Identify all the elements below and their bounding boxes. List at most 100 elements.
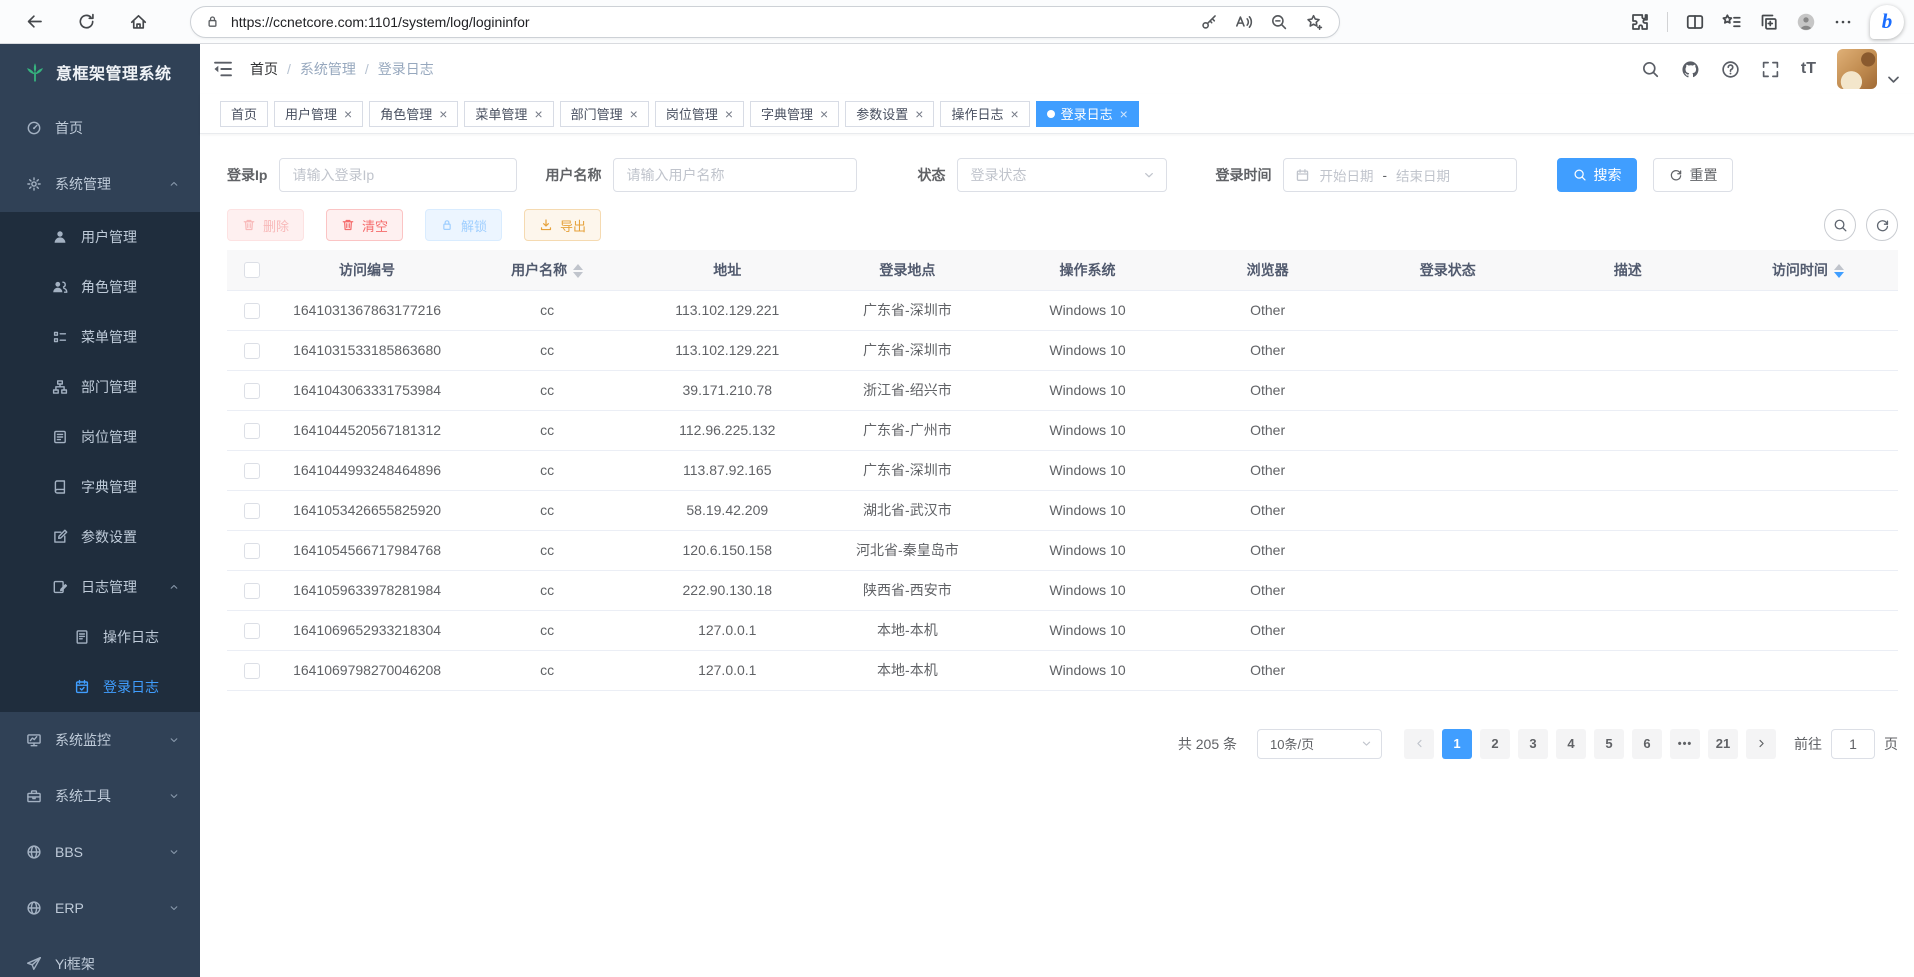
tab-close-icon[interactable]: × bbox=[725, 108, 733, 120]
tab-close-icon[interactable]: × bbox=[915, 108, 923, 120]
breadcrumb-item[interactable]: 首页 bbox=[250, 59, 278, 79]
bing-copilot-icon[interactable]: b bbox=[1870, 5, 1904, 39]
page-button-6[interactable]: 6 bbox=[1632, 729, 1662, 759]
sidebar-item-yi[interactable]: Yi框架 bbox=[0, 936, 200, 977]
browser-settings-icon[interactable] bbox=[1833, 12, 1853, 32]
refresh-table-button[interactable] bbox=[1866, 209, 1898, 241]
prev-page-button[interactable] bbox=[1404, 729, 1434, 759]
column-header-访问时间[interactable]: 访问时间 bbox=[1718, 250, 1898, 290]
sidebar-item-monitor[interactable]: 系统监控 bbox=[0, 712, 200, 768]
row-checkbox[interactable] bbox=[244, 503, 260, 519]
split-screen-icon[interactable] bbox=[1685, 12, 1705, 32]
browser-home-button[interactable] bbox=[118, 4, 158, 40]
sidebar-item-user[interactable]: 用户管理 bbox=[0, 212, 200, 262]
sidebar-item-post[interactable]: 岗位管理 bbox=[0, 412, 200, 462]
sidebar-item-system[interactable]: 系统管理 bbox=[0, 156, 200, 212]
browser-profile-icon[interactable] bbox=[1796, 12, 1816, 32]
zoom-out-icon[interactable] bbox=[1270, 13, 1288, 31]
page-button-1[interactable]: 1 bbox=[1442, 729, 1472, 759]
browser-back-button[interactable] bbox=[14, 4, 54, 40]
sidebar-item-log[interactable]: 日志管理 bbox=[0, 562, 200, 612]
username-input[interactable] bbox=[613, 158, 857, 192]
github-icon[interactable] bbox=[1681, 60, 1700, 79]
more-pages-button[interactable]: ••• bbox=[1670, 729, 1700, 759]
password-key-icon[interactable] bbox=[1200, 13, 1218, 31]
tab-角色管理[interactable]: 角色管理× bbox=[369, 101, 458, 127]
tab-岗位管理[interactable]: 岗位管理× bbox=[655, 101, 744, 127]
status-select[interactable]: 登录状态 bbox=[957, 158, 1167, 192]
tab-close-icon[interactable]: × bbox=[820, 108, 828, 120]
delete-button[interactable]: 删除 bbox=[227, 209, 304, 241]
clear-button[interactable]: 清空 bbox=[326, 209, 403, 241]
breadcrumb-item[interactable]: 系统管理 bbox=[300, 59, 356, 79]
header-search-icon[interactable] bbox=[1641, 60, 1660, 79]
login-ip-input[interactable] bbox=[279, 158, 517, 192]
goto-page-input[interactable] bbox=[1831, 729, 1875, 759]
row-checkbox[interactable] bbox=[244, 343, 260, 359]
reset-button[interactable]: 重置 bbox=[1653, 158, 1733, 192]
sidebar-item-home[interactable]: 首页 bbox=[0, 100, 200, 156]
tab-close-icon[interactable]: × bbox=[1010, 108, 1018, 120]
row-checkbox[interactable] bbox=[244, 383, 260, 399]
page-button-5[interactable]: 5 bbox=[1594, 729, 1624, 759]
app-logo[interactable]: 意框架管理系统 bbox=[0, 44, 200, 100]
tab-close-icon[interactable]: × bbox=[439, 108, 447, 120]
tab-close-icon[interactable]: × bbox=[534, 108, 542, 120]
page-button-2[interactable]: 2 bbox=[1480, 729, 1510, 759]
sidebar-item-role[interactable]: 角色管理 bbox=[0, 262, 200, 312]
next-page-button[interactable] bbox=[1746, 729, 1776, 759]
sidebar-item-param[interactable]: 参数设置 bbox=[0, 512, 200, 562]
sidebar-item-operlog[interactable]: 操作日志 bbox=[0, 612, 200, 662]
read-aloud-icon[interactable] bbox=[1235, 13, 1253, 31]
tab-登录日志[interactable]: 登录日志× bbox=[1036, 101, 1139, 127]
sidebar-item-dept[interactable]: 部门管理 bbox=[0, 362, 200, 412]
page-size-select[interactable]: 10条/页 bbox=[1257, 729, 1382, 759]
sidebar-item-tools[interactable]: 系统工具 bbox=[0, 768, 200, 824]
row-checkbox[interactable] bbox=[244, 423, 260, 439]
sidebar-item-menu[interactable]: 菜单管理 bbox=[0, 312, 200, 362]
tab-参数设置[interactable]: 参数设置× bbox=[845, 101, 934, 127]
export-button[interactable]: 导出 bbox=[524, 209, 601, 241]
tab-close-icon[interactable]: × bbox=[1120, 108, 1128, 120]
row-checkbox[interactable] bbox=[244, 543, 260, 559]
tab-菜单管理[interactable]: 菜单管理× bbox=[464, 101, 553, 127]
tab-close-icon[interactable]: × bbox=[344, 108, 352, 120]
tab-部门管理[interactable]: 部门管理× bbox=[560, 101, 649, 127]
row-checkbox[interactable] bbox=[244, 463, 260, 479]
sidebar-item-erp[interactable]: ERP bbox=[0, 880, 200, 936]
search-button[interactable]: 搜索 bbox=[1557, 158, 1637, 192]
collections-icon[interactable] bbox=[1759, 12, 1779, 32]
select-all-checkbox[interactable] bbox=[244, 262, 260, 278]
page-button-3[interactable]: 3 bbox=[1518, 729, 1548, 759]
sort-carets-icon[interactable] bbox=[1834, 264, 1844, 278]
page-button-4[interactable]: 4 bbox=[1556, 729, 1586, 759]
sidebar-item-loginlog[interactable]: 登录日志 bbox=[0, 662, 200, 712]
text-size-icon[interactable]: tT bbox=[1801, 61, 1816, 77]
tab-操作日志[interactable]: 操作日志× bbox=[940, 101, 1029, 127]
row-checkbox[interactable] bbox=[244, 663, 260, 679]
date-range-picker[interactable]: 开始日期 - 结束日期 bbox=[1283, 158, 1517, 192]
row-checkbox[interactable] bbox=[244, 583, 260, 599]
fullscreen-icon[interactable] bbox=[1761, 60, 1780, 79]
tab-字典管理[interactable]: 字典管理× bbox=[750, 101, 839, 127]
sort-carets-icon[interactable] bbox=[573, 264, 583, 278]
address-bar[interactable]: https://ccnetcore.com:1101/system/log/lo… bbox=[190, 6, 1340, 38]
add-favorite-icon[interactable] bbox=[1305, 13, 1323, 31]
tab-close-icon[interactable]: × bbox=[630, 108, 638, 120]
sidebar-item-dict[interactable]: 字典管理 bbox=[0, 462, 200, 512]
favorites-icon[interactable] bbox=[1722, 12, 1742, 32]
sidebar-item-bbs[interactable]: BBS bbox=[0, 824, 200, 880]
unlock-button[interactable]: 解锁 bbox=[425, 209, 502, 241]
page-button-21[interactable]: 21 bbox=[1708, 729, 1738, 759]
column-header-用户名称[interactable]: 用户名称 bbox=[457, 250, 637, 290]
browser-refresh-button[interactable] bbox=[66, 4, 106, 40]
tab-首页[interactable]: 首页 bbox=[220, 101, 268, 127]
extensions-icon[interactable] bbox=[1630, 12, 1650, 32]
sidebar-collapse-icon[interactable] bbox=[212, 58, 234, 80]
show-search-toggle-button[interactable] bbox=[1824, 209, 1856, 241]
row-checkbox[interactable] bbox=[244, 623, 260, 639]
user-avatar-menu[interactable] bbox=[1837, 49, 1896, 89]
tab-用户管理[interactable]: 用户管理× bbox=[274, 101, 363, 127]
help-icon[interactable] bbox=[1721, 60, 1740, 79]
row-checkbox[interactable] bbox=[244, 303, 260, 319]
